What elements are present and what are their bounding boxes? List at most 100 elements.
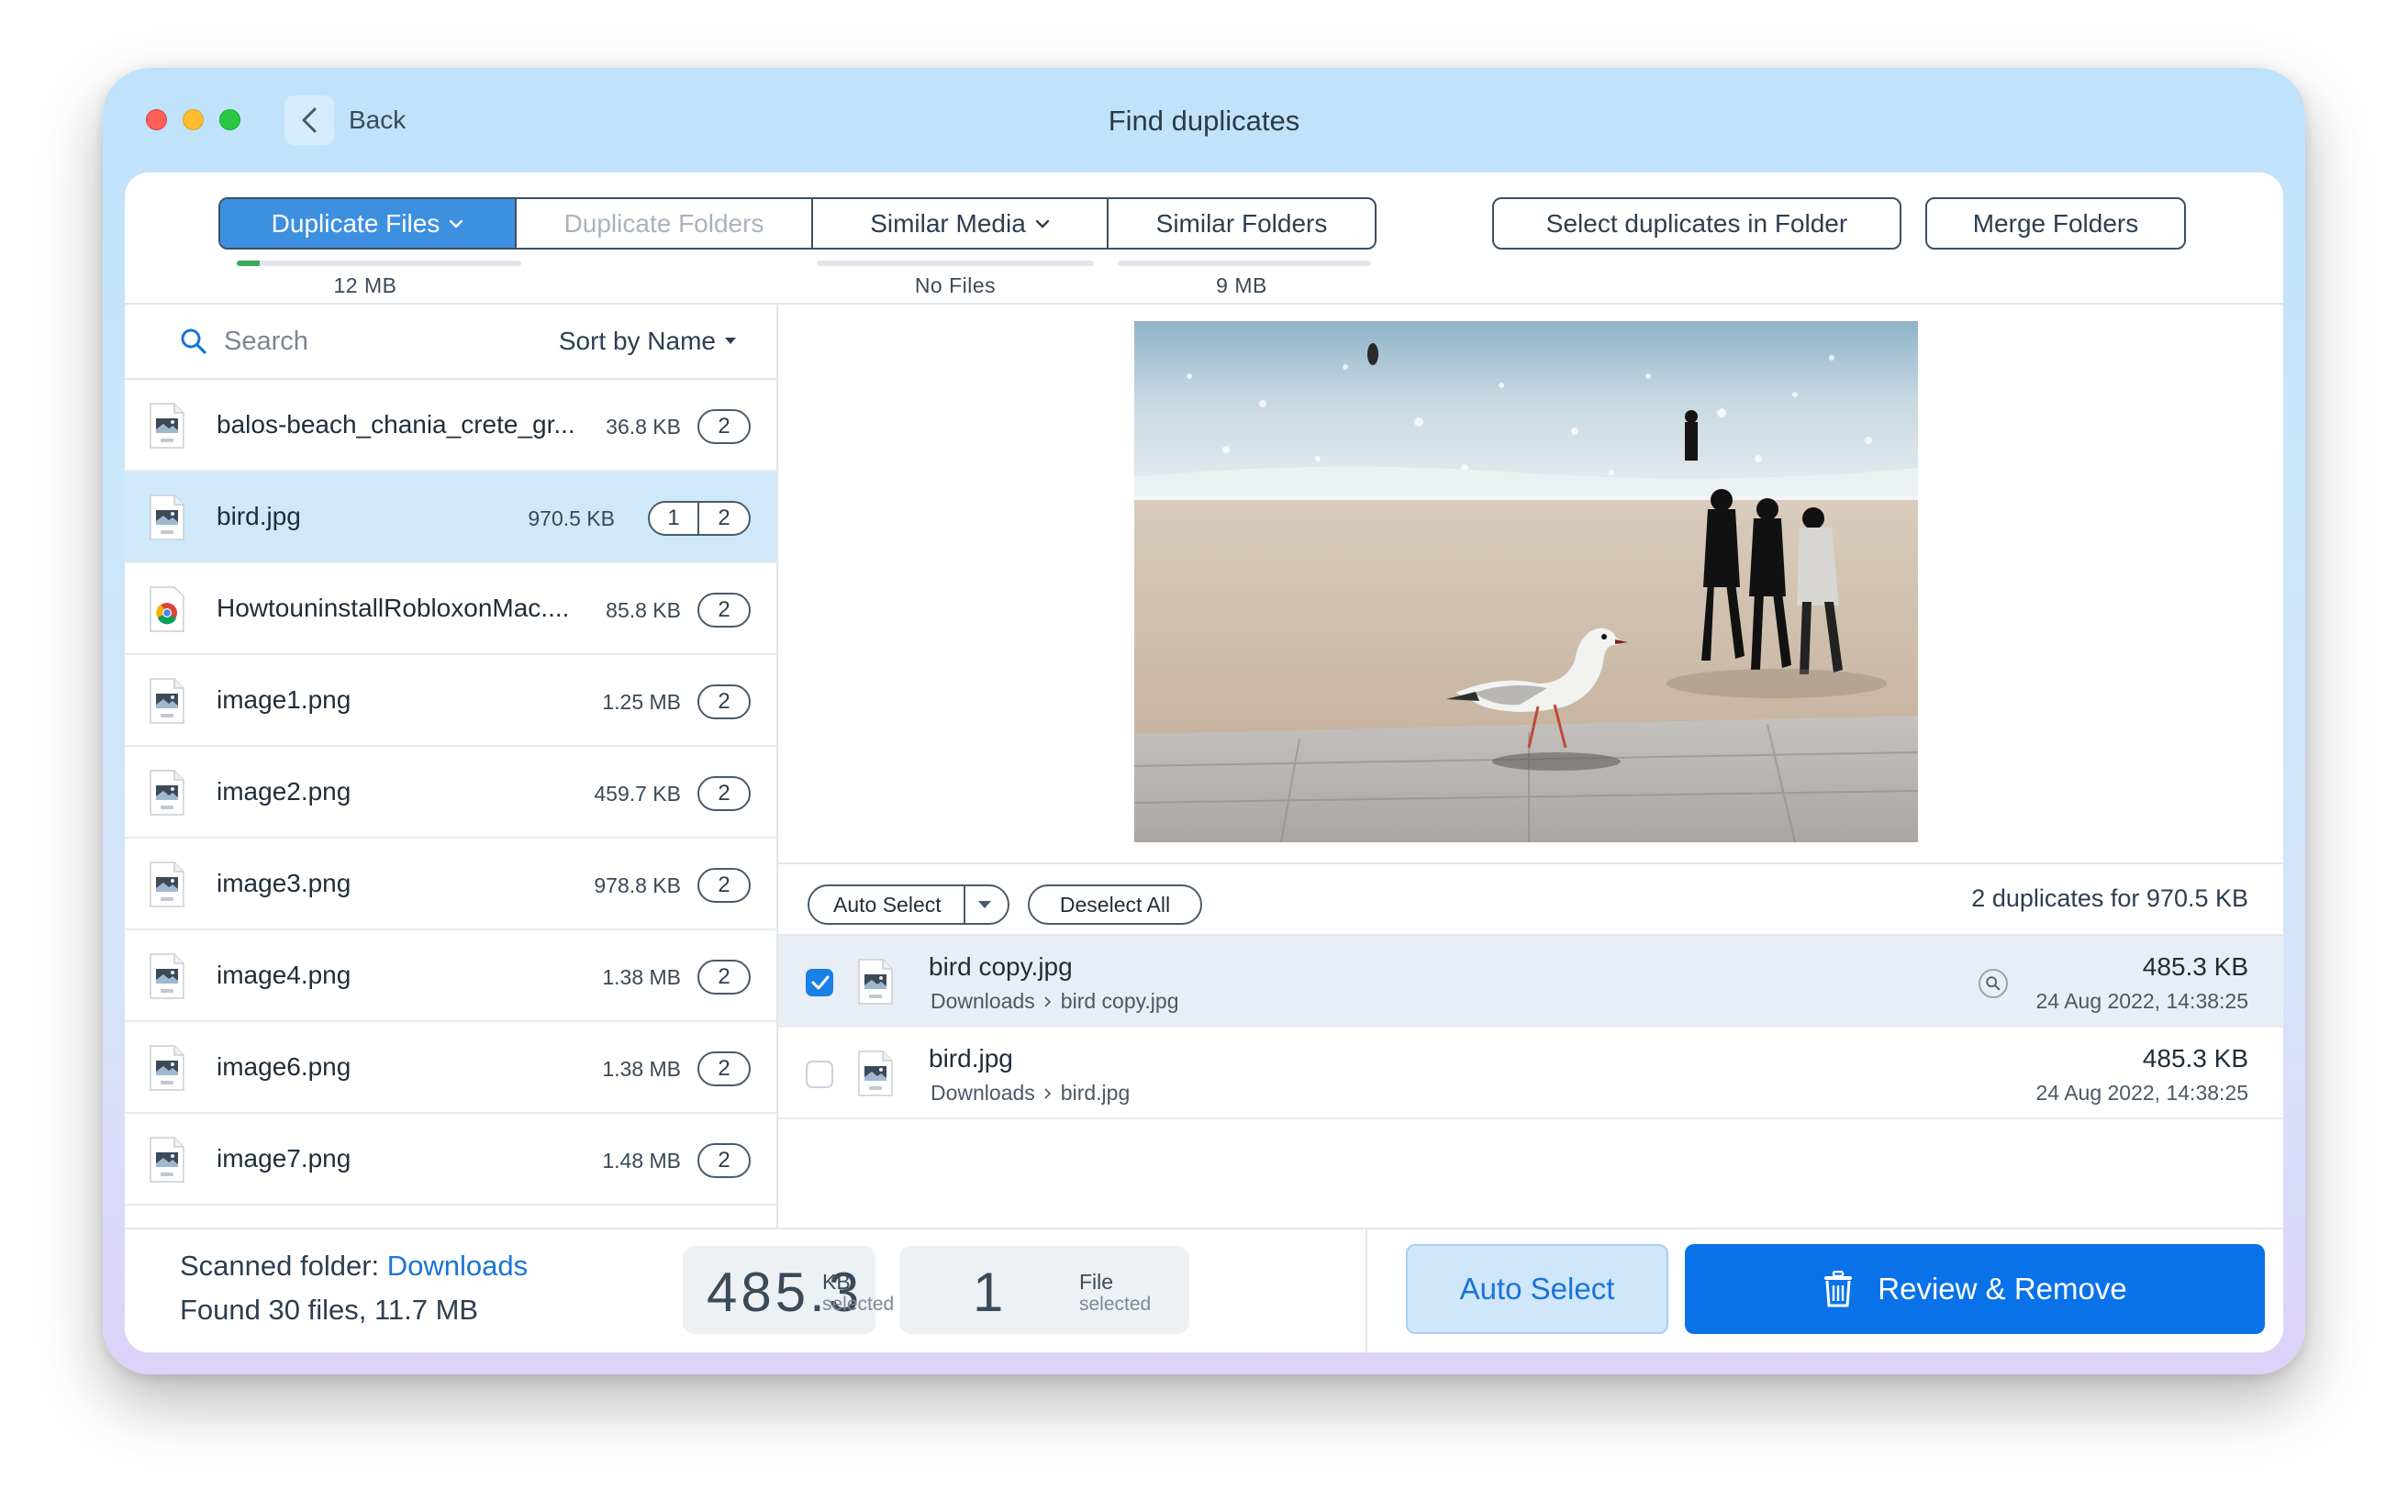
file-name: image1.png	[217, 685, 351, 714]
auto-select-dropdown[interactable]: Auto Select	[808, 884, 1009, 925]
mode-tabs: Duplicate Files Duplicate Folders Simila…	[218, 197, 1377, 250]
duplicate-count-badge: 2	[697, 1051, 751, 1086]
duplicate-count-badge: 12	[648, 501, 751, 536]
file-list: balos-beach_chania_crete_gr... 36.8 KB 2 bi…	[125, 380, 776, 1206]
review-remove-label: Review & Remove	[1878, 1272, 2127, 1306]
chevron-right-icon	[1044, 1087, 1051, 1099]
file-size: 970.5 KB	[528, 506, 615, 530]
select-duplicates-in-folder-button[interactable]: Select duplicates in Folder	[1492, 197, 1901, 250]
file-list-item[interactable]: image3.png 978.8 KB 2	[125, 839, 776, 930]
image-file-icon	[150, 678, 184, 724]
duplicate-count-badge: 2	[697, 868, 751, 903]
file-list-item[interactable]: image7.png 1.48 MB 2	[125, 1114, 776, 1206]
quick-look-button[interactable]	[1979, 969, 2008, 998]
file-name: HowtouninstallRobloxonMac....	[217, 594, 570, 622]
file-list-item[interactable]: HowtouninstallRobloxonMac.... 85.8 KB 2	[125, 563, 776, 655]
duplicate-row[interactable]: bird.jpg Downloads bird.jpg 485.3 KB 24 Aug …	[778, 1028, 2283, 1119]
duplicate-count-badge: 2	[697, 960, 751, 995]
file-list-item[interactable]: image2.png 459.7 KB 2	[125, 747, 776, 839]
selected-files-value: 1	[973, 1262, 1008, 1323]
duplicate-size: 485.3 KB	[2142, 1044, 2248, 1073]
path-folder: Downloads	[931, 1081, 1035, 1105]
image-file-icon	[150, 403, 184, 449]
selected-files-stat: 1 File selected	[899, 1246, 1189, 1334]
duplicate-checkbox[interactable]	[806, 969, 833, 996]
file-list-item[interactable]: image6.png 1.38 MB 2	[125, 1022, 776, 1114]
path-folder: Downloads	[931, 989, 1035, 1013]
duplicate-size: 485.3 KB	[2142, 952, 2248, 981]
image-file-icon	[150, 770, 184, 816]
duplicate-count-badge: 2	[697, 409, 751, 444]
duplicate-files-progress	[237, 261, 521, 266]
file-name: image3.png	[217, 869, 351, 897]
window-title: Find duplicates	[1108, 105, 1300, 137]
chrome-file-icon	[150, 586, 184, 632]
file-list-item[interactable]: image1.png 1.25 MB 2	[125, 655, 776, 747]
tab-duplicate-files[interactable]: Duplicate Files	[220, 199, 517, 248]
total-count: 2	[718, 1148, 730, 1173]
main-content: Duplicate Files Duplicate Folders Simila…	[125, 172, 2283, 1352]
total-count: 2	[718, 1056, 730, 1081]
duplicates-summary: 2 duplicates for 970.5 KB	[1971, 884, 2248, 912]
tab-label: Similar Folders	[1155, 208, 1328, 238]
split-divider	[964, 886, 965, 923]
total-count: 2	[718, 506, 730, 530]
total-count: 2	[718, 414, 730, 439]
sort-label: Sort by Name	[558, 327, 716, 355]
caret-down-icon	[978, 901, 991, 908]
path-file: bird copy.jpg	[1060, 989, 1179, 1013]
found-files-text: Found 30 files, 11.7 MB	[180, 1294, 479, 1326]
divider	[1366, 1229, 1367, 1352]
file-name: image6.png	[217, 1052, 351, 1081]
chevron-down-icon	[450, 219, 463, 228]
selected-files-unit: File	[1079, 1270, 1114, 1294]
file-size: 978.8 KB	[594, 873, 681, 897]
scanned-folder-text: Scanned folder: Downloads	[180, 1250, 528, 1283]
tab-duplicate-folders[interactable]: Duplicate Folders	[517, 199, 813, 248]
duplicate-count-badge: 2	[697, 684, 751, 719]
file-list-pane: Search Sort by Name balos-beach_chania_c…	[125, 305, 778, 1228]
selected-size-sub: selected	[822, 1294, 895, 1315]
search-icon	[181, 328, 206, 354]
tab-similar-folders[interactable]: Similar Folders	[1109, 199, 1375, 248]
file-list-item[interactable]: image4.png 1.38 MB 2	[125, 930, 776, 1022]
duplicate-count-badge: 2	[697, 593, 751, 628]
tab-label: Duplicate Folders	[563, 208, 764, 238]
scanned-folder-link[interactable]: Downloads	[387, 1250, 528, 1282]
duplicate-name: bird.jpg	[929, 1044, 1013, 1073]
total-count: 2	[718, 873, 730, 897]
file-list-item[interactable]: balos-beach_chania_crete_gr... 36.8 KB 2	[125, 380, 776, 472]
review-remove-button[interactable]: Review & Remove	[1685, 1244, 2265, 1334]
image-file-icon	[858, 959, 893, 1005]
file-name: image7.png	[217, 1144, 351, 1173]
footer-bar: Scanned folder: Downloads Found 30 files…	[125, 1228, 2283, 1352]
duplicate-count-badge: 2	[697, 776, 751, 811]
tab-similar-media[interactable]: Similar Media	[813, 199, 1109, 248]
tab-label: Duplicate Files	[271, 208, 440, 238]
similar-folders-progress	[1118, 261, 1371, 266]
divider	[778, 862, 2283, 864]
file-size: 1.48 MB	[602, 1149, 681, 1173]
duplicate-checkbox[interactable]	[806, 1061, 833, 1088]
duplicate-name: bird copy.jpg	[929, 952, 1073, 981]
file-list-item[interactable]: bird.jpg 970.5 KB 1 2	[125, 472, 776, 563]
file-size: 36.8 KB	[606, 415, 681, 439]
auto-select-button[interactable]: Auto Select	[1406, 1244, 1668, 1334]
deselect-all-button[interactable]: Deselect All	[1028, 884, 1202, 925]
app-window: Back Find duplicates Duplicate Files Dup…	[103, 68, 2305, 1374]
duplicate-path: Downloads bird copy.jpg	[931, 989, 1179, 1014]
similar-media-progress	[817, 261, 1094, 266]
search-input[interactable]: Search	[224, 327, 308, 357]
file-size: 85.8 KB	[606, 598, 681, 622]
duplicate-date: 24 Aug 2022, 14:38:25	[2035, 1081, 2249, 1105]
selected-size-stat: 485.3 KB selected	[683, 1246, 894, 1334]
similar-folders-size: 9 MB	[1216, 273, 1267, 297]
selected-size-unit: KB	[822, 1270, 851, 1294]
duplicate-count-badge: 2	[697, 1143, 751, 1178]
image-preview	[1134, 321, 1918, 842]
merge-folders-button[interactable]: Merge Folders	[1925, 197, 2186, 250]
image-file-icon	[858, 1051, 893, 1096]
sort-dropdown[interactable]: Sort by Name	[559, 327, 736, 356]
duplicate-row[interactable]: bird copy.jpg Downloads bird copy.jpg 485.3…	[778, 936, 2283, 1028]
file-size: 1.38 MB	[602, 1057, 681, 1081]
